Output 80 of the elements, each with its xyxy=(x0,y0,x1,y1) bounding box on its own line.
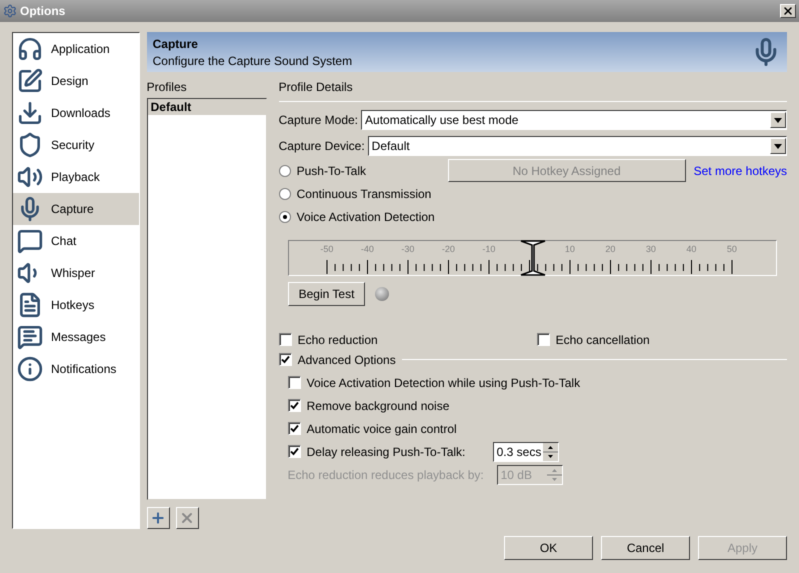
tick-label: 50 xyxy=(726,243,738,255)
dropdown[interactable]: Automatically use best mode xyxy=(361,110,787,130)
section-title: Capture xyxy=(152,36,199,50)
sidebar-item[interactable]: Whisper xyxy=(13,257,139,289)
sidebar-item[interactable]: Messages xyxy=(13,321,139,353)
checkbox[interactable] xyxy=(278,353,292,366)
download-icon xyxy=(17,100,43,126)
window-icon xyxy=(3,4,17,18)
sidebar-item[interactable]: Hotkeys xyxy=(13,289,139,321)
slider-thumb[interactable] xyxy=(520,240,546,276)
chat-bubble-icon xyxy=(17,228,43,254)
info-icon xyxy=(17,356,43,382)
radio-label: Voice Activation Detection xyxy=(296,210,436,224)
document-icon xyxy=(17,292,43,318)
sidebar-item[interactable]: Chat xyxy=(13,225,139,257)
checkbox-label: Echo reduction xyxy=(298,332,378,346)
message-icon xyxy=(17,324,43,350)
checkbox-label: Automatic voice gain control xyxy=(306,422,457,436)
hotkeys-link[interactable]: Set more hotkeys xyxy=(694,164,787,178)
tick-label: -10 xyxy=(481,243,496,255)
dialog-button[interactable]: Cancel xyxy=(601,536,690,560)
plus-icon xyxy=(150,510,166,526)
field-label: Echo reduction reduces playback by: xyxy=(288,468,485,482)
check-icon xyxy=(290,424,299,433)
speaker-icon xyxy=(17,164,43,190)
details-label: Profile Details xyxy=(278,80,354,94)
dropdown-arrow-icon xyxy=(774,144,782,148)
spin-box[interactable]: 0.3 secs xyxy=(492,442,559,462)
checkbox[interactable] xyxy=(536,333,550,346)
checkbox-label: Voice Activation Detection while using Push-To-Talk xyxy=(306,376,580,390)
remove-button[interactable] xyxy=(176,507,199,529)
profile-item[interactable]: Default xyxy=(148,99,266,115)
tick-label: -40 xyxy=(360,243,375,255)
sidebar-item[interactable]: Playback xyxy=(13,161,139,193)
add-button[interactable] xyxy=(146,507,170,529)
headphones-icon xyxy=(17,36,43,62)
tick-label: -30 xyxy=(400,243,416,255)
pencil-square-icon xyxy=(17,68,43,94)
close-button[interactable] xyxy=(780,4,796,18)
radio-label: Continuous Transmission xyxy=(296,186,432,200)
check-icon xyxy=(290,401,299,410)
radio-button[interactable] xyxy=(278,164,291,176)
checkbox[interactable] xyxy=(288,445,301,458)
dropdown[interactable]: Default xyxy=(368,136,787,156)
sidebar-item[interactable]: Notifications xyxy=(13,353,139,385)
profiles-label: Profiles xyxy=(146,80,188,94)
sidebar-item[interactable]: Security xyxy=(13,129,139,161)
spin-arrows-icon[interactable] xyxy=(542,442,558,460)
radio-button[interactable] xyxy=(278,188,291,200)
field-label: Capture Device: xyxy=(278,139,365,153)
tick-label: 40 xyxy=(685,243,698,255)
check-icon xyxy=(280,355,290,364)
sidebar-item[interactable]: Downloads xyxy=(13,97,139,129)
checkbox-label: Delay releasing Push-To-Talk: xyxy=(306,444,466,458)
tick-label: 10 xyxy=(564,243,576,255)
sidebar-item[interactable]: Design xyxy=(13,65,139,97)
radio-button[interactable] xyxy=(278,210,291,222)
tick-label: 20 xyxy=(604,243,616,255)
tick-label: -20 xyxy=(440,243,456,255)
dropdown-arrow-icon xyxy=(774,118,782,122)
tick-label: 30 xyxy=(644,243,657,255)
checkbox[interactable] xyxy=(278,333,292,346)
checkbox[interactable] xyxy=(288,399,301,412)
shield-icon xyxy=(17,132,43,158)
tick-label: -50 xyxy=(319,243,334,255)
checkbox[interactable] xyxy=(288,376,301,389)
field-label: Capture Mode: xyxy=(278,113,358,127)
window-title: Options xyxy=(20,4,66,18)
checkbox[interactable] xyxy=(288,422,301,435)
checkbox-label: Advanced Options xyxy=(298,352,396,366)
close-icon xyxy=(782,5,794,17)
radio-label: Push-To-Talk xyxy=(296,164,367,178)
sidebar-item[interactable]: Application xyxy=(13,33,139,65)
section-subtitle: Configure the Capture Sound System xyxy=(152,54,354,68)
checkbox-label: Echo cancellation xyxy=(556,332,650,346)
check-icon xyxy=(290,447,299,456)
sidebar-item[interactable]: Capture xyxy=(13,193,139,225)
begin-test-button[interactable]: Begin Test xyxy=(288,282,366,306)
checkbox-label: Remove background noise xyxy=(306,398,450,412)
dialog-button[interactable]: OK xyxy=(504,536,593,560)
